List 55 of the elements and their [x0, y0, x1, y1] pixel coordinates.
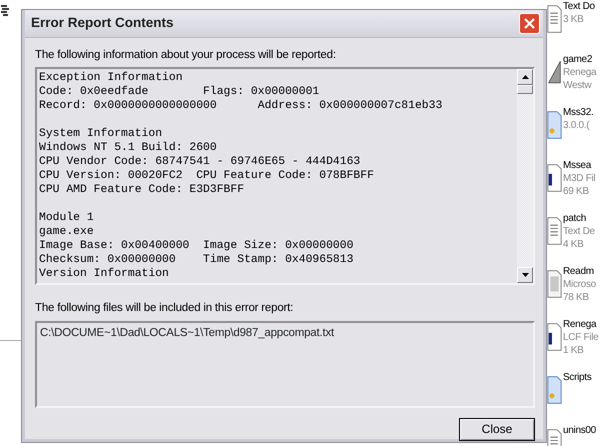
files-label: The following files will be included in this error report:: [35, 301, 294, 316]
file-detail: Microso: [563, 278, 596, 291]
scrollbar[interactable]: [517, 69, 533, 284]
file-detail: 69 KB: [563, 185, 590, 198]
scroll-down-button[interactable]: [517, 267, 533, 284]
file-name: Renega: [563, 318, 598, 331]
down-arrow-icon[interactable]: [522, 273, 528, 278]
file-name: Scripts: [563, 371, 592, 384]
file-icon[interactable]: [547, 322, 562, 352]
close-button[interactable]: Close: [459, 418, 535, 440]
file-detail: M3D Fil: [563, 172, 596, 185]
report-line: System Information: [39, 127, 164, 142]
scroll-up-button[interactable]: [517, 69, 533, 86]
file-name: patch: [563, 212, 587, 225]
file-detail: 3 KB: [563, 13, 584, 26]
file-detail: LCF File: [563, 331, 598, 344]
close-icon[interactable]: [523, 17, 536, 30]
report-line: CPU Version: 00020FC2 CPU Feature Code: 078BFBFF: [39, 169, 375, 184]
report-line: Checksum: 0x00000000 Time Stamp: 0x40965813: [39, 253, 354, 268]
files-list[interactable]: C:\DOCUME~1\Dad\LOCALS~1\Temp\d987_appcompat.txt: [35, 320, 535, 408]
scroll-thumb[interactable]: [517, 85, 533, 94]
file-icon[interactable]: [547, 163, 562, 193]
report-line: game.exe: [39, 225, 95, 240]
file-name: Text Do: [563, 0, 595, 13]
up-arrow-icon[interactable]: [522, 75, 528, 80]
report-line: Image Base: 0x00400000 Image Size: 0x00000000: [39, 239, 354, 254]
file-path: C:\DOCUME~1\Dad\LOCALS~1\Temp\d987_appcompat.txt: [40, 326, 336, 340]
report-line: Module 1: [39, 211, 95, 226]
file-detail: 78 KB: [563, 291, 590, 304]
close-button[interactable]: [519, 13, 540, 34]
report-line: CPU Vendor Code: 68747541 - 69746E65 - 444D4163: [39, 155, 362, 170]
report-label: The following information about your process will be reported:: [35, 48, 337, 63]
report-text-area[interactable]: [35, 67, 535, 286]
report-line: Code: 0x0eedfade Flags: 0x00000001: [39, 85, 320, 100]
file-name: Readm: [563, 265, 595, 278]
text-file-icon[interactable]: [547, 4, 562, 34]
file-name: unins00: [563, 424, 596, 437]
file-detail: 1 KB: [563, 344, 584, 357]
text-file-icon[interactable]: [547, 216, 562, 246]
program-icon[interactable]: [0, 4, 10, 18]
file-detail: Text De: [563, 225, 595, 238]
file-name: Mssea: [563, 159, 592, 172]
file-detail: 4 KB: [563, 238, 584, 251]
file-detail: Westw: [563, 79, 592, 92]
report-line: Windows NT 5.1 Build: 2600: [39, 141, 218, 156]
file-name: Mss32.: [563, 106, 594, 119]
window-title: Error Report Contents: [31, 14, 174, 32]
report-line: Exception Information: [39, 71, 184, 86]
file-detail: Renega: [563, 66, 596, 79]
file-detail: 3.0.0.(: [563, 119, 590, 132]
report-line: Record: 0x0000000000000000 Address: 0x000000007c81eb33: [39, 99, 444, 114]
report-line: Version Information: [39, 267, 170, 282]
file-name: game2: [563, 53, 594, 66]
document-icon[interactable]: [547, 269, 562, 299]
report-line: CPU AMD Feature Code: E3D3FBFF: [39, 183, 246, 198]
